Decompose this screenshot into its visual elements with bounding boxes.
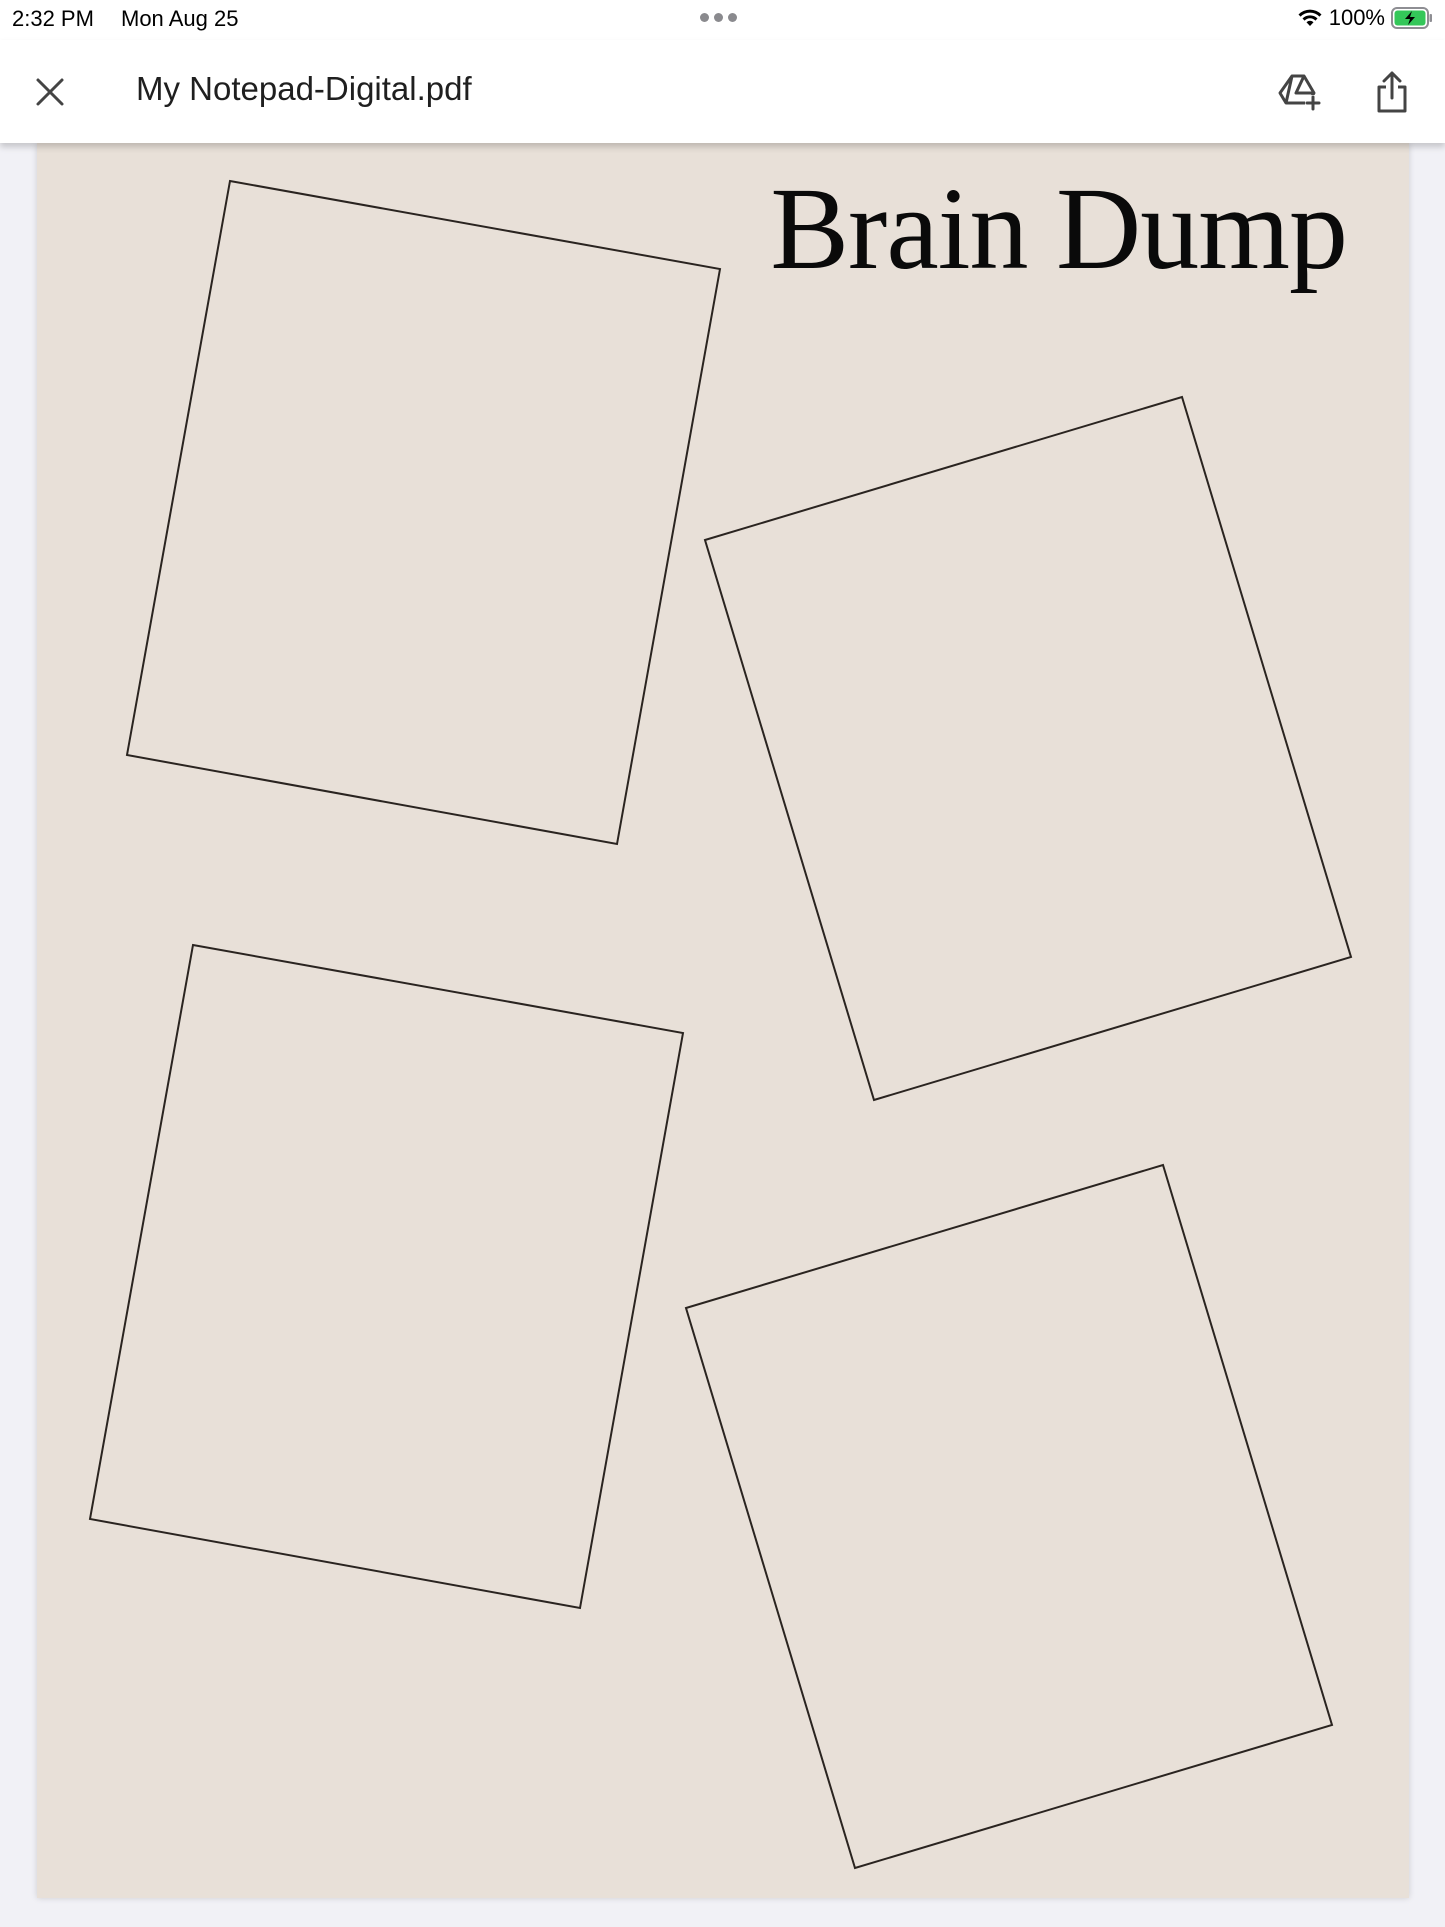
page-canvas xyxy=(88,179,1353,1870)
wifi-icon xyxy=(1298,9,1322,26)
status-bar: 2:32 PM Mon Aug 25 100% xyxy=(0,0,1445,40)
add-to-drive-icon xyxy=(1278,74,1321,111)
note-frame-top-left xyxy=(125,179,722,846)
battery-percent: 100% xyxy=(1328,5,1385,30)
note-frame-bottom-left xyxy=(88,943,685,1610)
share-button[interactable] xyxy=(1364,64,1420,120)
viewer-toolbar: My Notepad-Digital.pdf xyxy=(0,40,1445,143)
note-frame-bottom-right xyxy=(684,1163,1334,1870)
close-icon xyxy=(36,78,64,106)
note-frame-top-right xyxy=(703,395,1353,1102)
battery-charging-icon xyxy=(1391,7,1433,29)
close-button[interactable] xyxy=(22,64,78,120)
pdf-page[interactable]: Brain Dump xyxy=(37,143,1409,1898)
document-title: My Notepad-Digital.pdf xyxy=(136,70,472,107)
status-right: 100% xyxy=(1297,5,1433,31)
add-to-drive-button[interactable] xyxy=(1272,64,1328,120)
status-time: 2:32 PM xyxy=(12,6,94,31)
multitask-dots-icon[interactable] xyxy=(700,13,737,22)
share-icon xyxy=(1377,71,1407,113)
status-date: Mon Aug 25 xyxy=(121,6,239,31)
page-heading: Brain Dump xyxy=(770,163,1348,294)
